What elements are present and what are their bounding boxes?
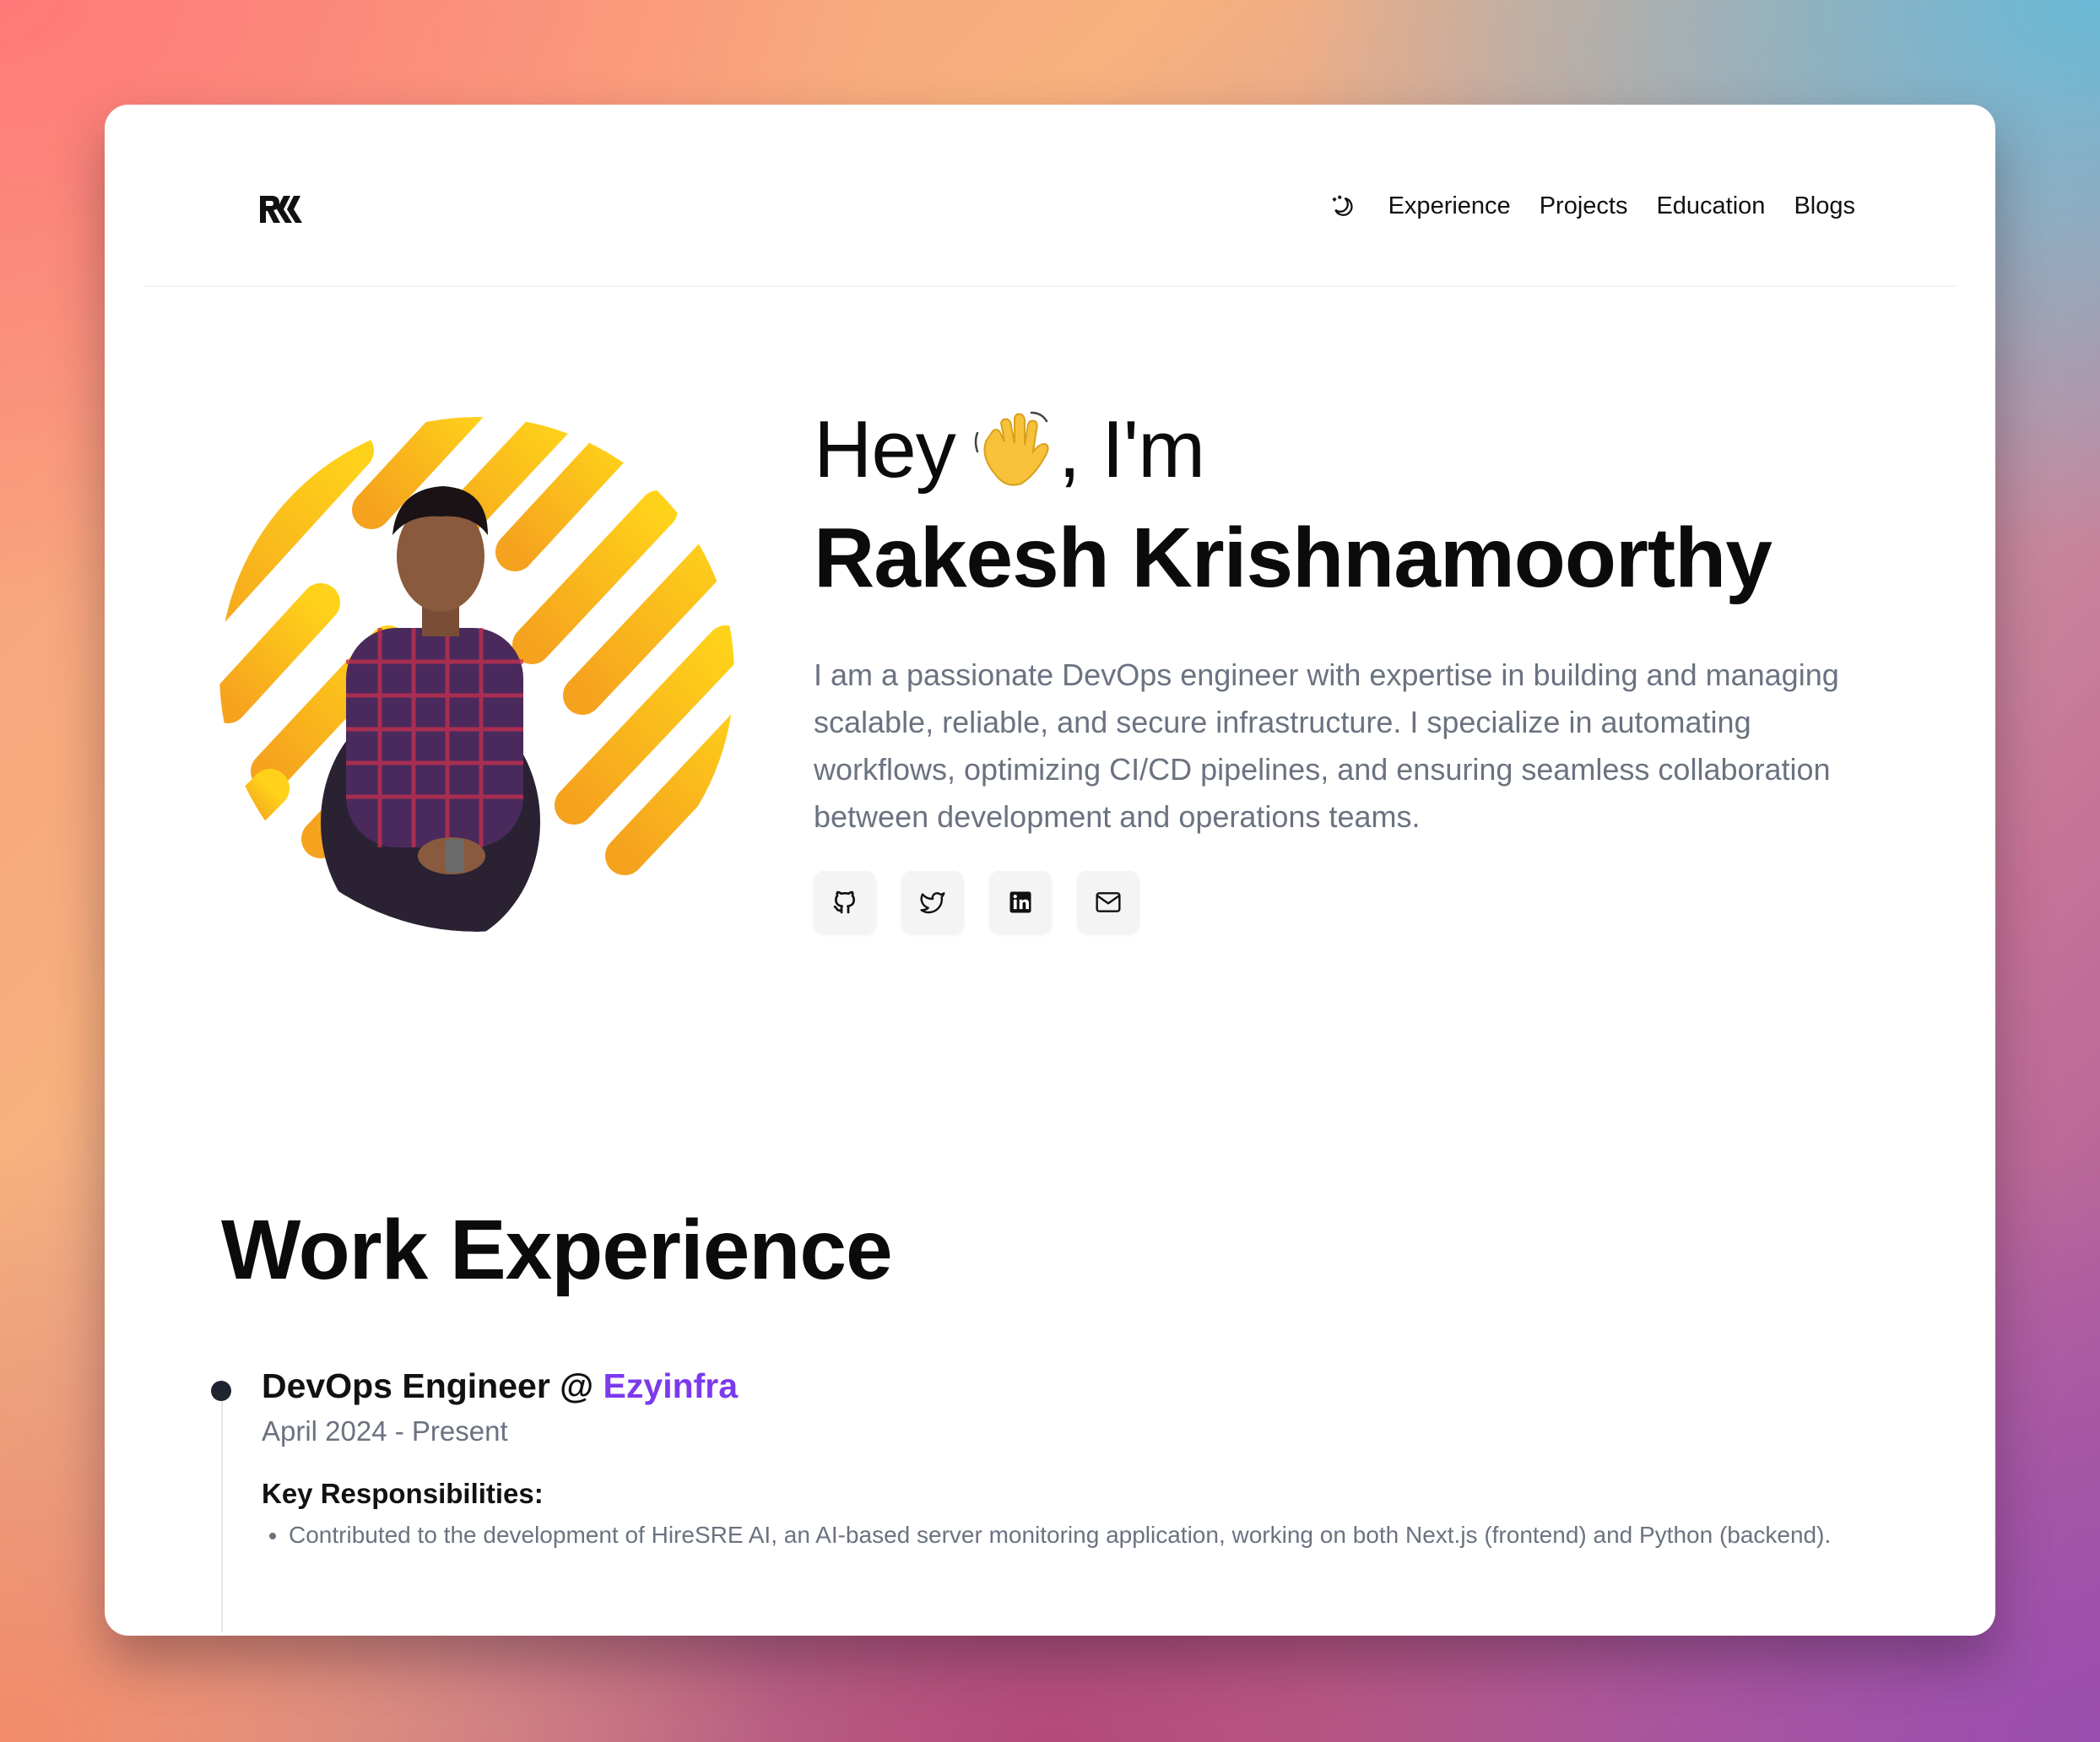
nav-link-experience[interactable]: Experience — [1388, 192, 1511, 220]
greeting-suffix: , I'm — [1058, 404, 1205, 495]
profile-bio: I am a passionate DevOps engineer with e… — [814, 657, 1839, 834]
nav-link-education[interactable]: Education — [1656, 192, 1765, 220]
job-dates: April 2024 - Present — [262, 1415, 508, 1447]
nav-links: Experience Projects Education Blogs — [1329, 192, 1855, 220]
theme-toggle-icon[interactable] — [1329, 193, 1356, 220]
hero-section: Hey , I'm Rakesh Krishnamoorthy I am a p… — [814, 405, 1877, 933]
profile-avatar — [219, 417, 734, 932]
portfolio-window: Experience Projects Education Blogs Hey … — [105, 105, 1995, 1636]
job-title: DevOps Engineer @ Ezyinfra — [262, 1362, 1909, 1410]
profile-name: Rakesh Krishnamoorthy — [814, 510, 1773, 605]
greeting-heading: Hey , I'm — [814, 405, 1877, 495]
nav-link-projects[interactable]: Projects — [1540, 192, 1628, 220]
responsibilities-list: Contributed to the development of HireSR… — [262, 1518, 1859, 1552]
job-entry: DevOps Engineer @ Ezyinfra April 2024 - … — [262, 1362, 1909, 1552]
company-link[interactable]: Ezyinfra — [603, 1366, 739, 1405]
rk-logo[interactable] — [258, 194, 304, 225]
github-icon — [833, 890, 855, 913]
work-experience-heading: Work Experience — [221, 1203, 893, 1297]
social-links — [814, 870, 1877, 933]
responsibilities-heading: Key Responsibilities: — [262, 1478, 544, 1510]
list-item: Contributed to the development of HireSR… — [289, 1518, 1859, 1552]
email-button[interactable] — [1077, 870, 1139, 933]
linkedin-icon — [1009, 891, 1031, 913]
job-role: DevOps Engineer @ — [262, 1366, 603, 1405]
linkedin-button[interactable] — [989, 870, 1052, 933]
navbar: Experience Projects Education Blogs — [145, 105, 1955, 287]
nav-link-blogs[interactable]: Blogs — [1794, 192, 1855, 220]
greeting-prefix: Hey — [814, 404, 956, 495]
github-button[interactable] — [814, 870, 876, 933]
mail-icon — [1096, 891, 1121, 912]
timeline-dot — [211, 1381, 231, 1401]
twitter-icon — [920, 891, 945, 913]
timeline-line — [221, 1379, 223, 1632]
experience-timeline: DevOps Engineer @ Ezyinfra April 2024 - … — [211, 1362, 1909, 1632]
twitter-button[interactable] — [901, 870, 964, 933]
waving-hand-icon — [974, 411, 1049, 486]
